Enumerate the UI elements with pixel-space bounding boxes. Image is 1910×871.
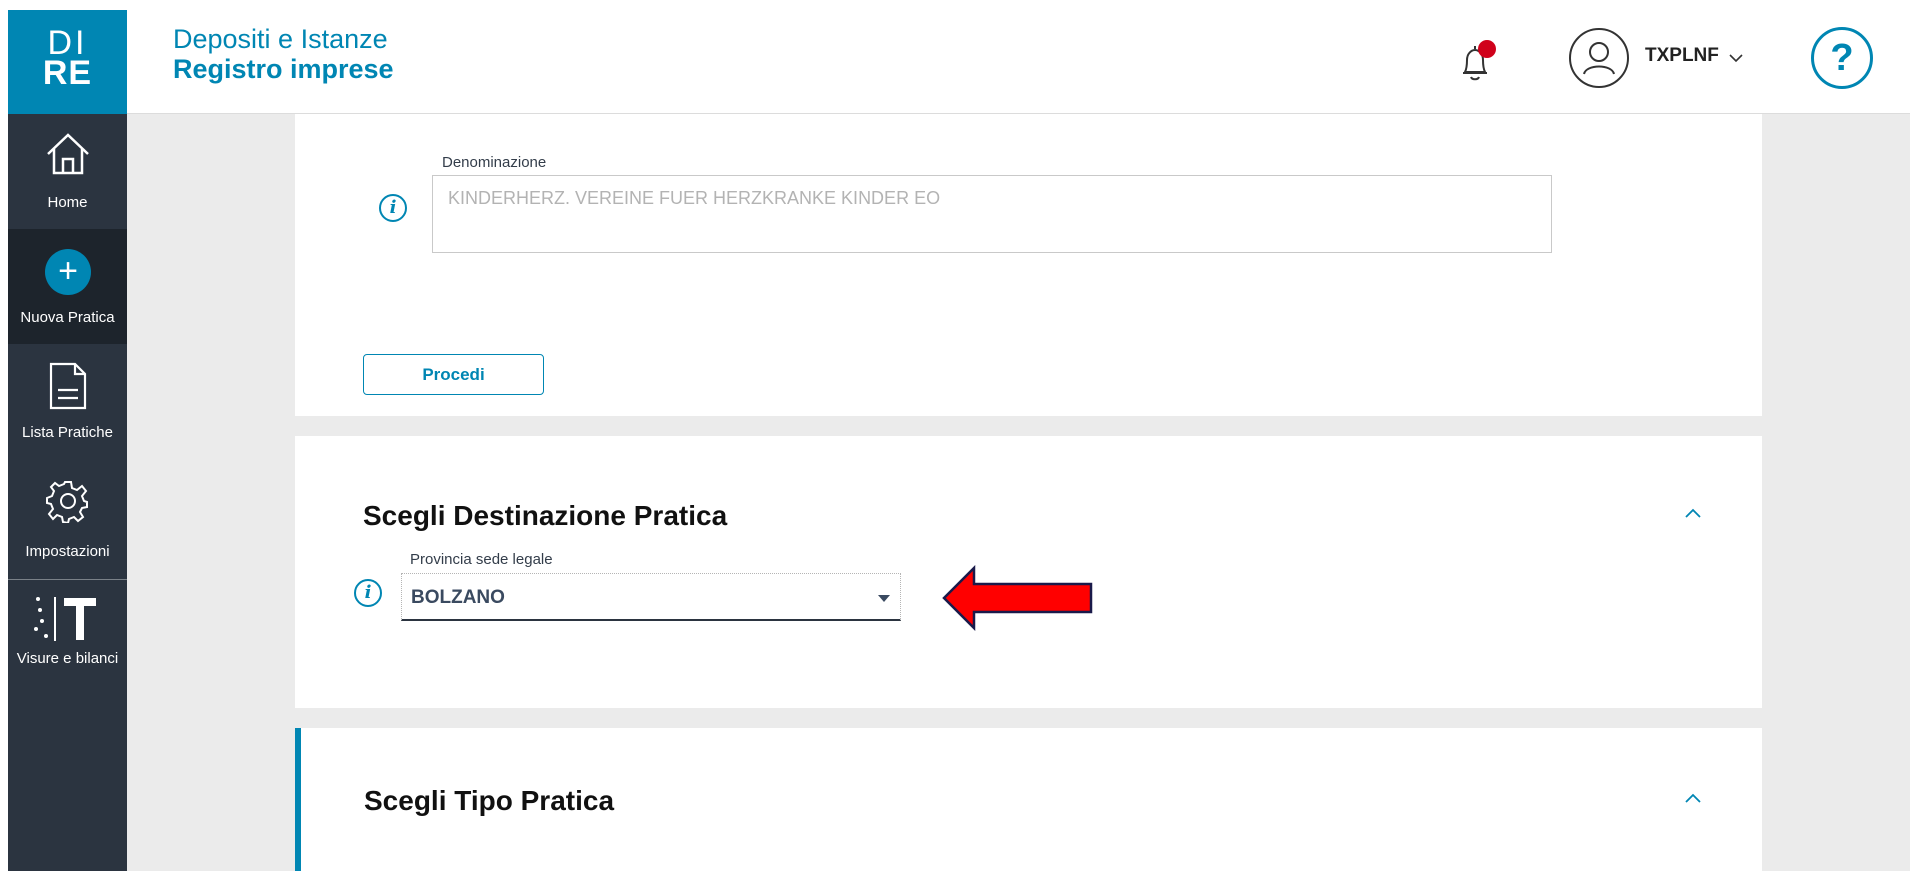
- app-logo[interactable]: DI RE: [8, 10, 127, 114]
- provincia-label: Provincia sede legale: [410, 551, 553, 568]
- sidebar-item-visure-e-bilanci[interactable]: Visure e bilanci: [8, 580, 127, 690]
- provincia-select[interactable]: BOLZANO: [401, 573, 901, 621]
- caret-down-icon: [878, 595, 890, 602]
- app-title-line-1: Depositi e Istanze: [173, 24, 388, 54]
- document-icon: [49, 362, 87, 410]
- gear-icon: [46, 481, 88, 523]
- card-denominazione: i Denominazione KINDERHERZ. VEREINE FUER…: [295, 114, 1762, 416]
- sidebar-item-nuova-pratica[interactable]: + Nuova Pratica: [8, 229, 127, 344]
- annotation-arrow-icon: [942, 565, 1093, 631]
- section-title: Scegli Tipo Pratica: [364, 785, 615, 816]
- app-title: Depositi e Istanze Registro imprese: [173, 24, 394, 84]
- notifications-bell-icon[interactable]: [1458, 40, 1496, 84]
- info-icon[interactable]: i: [354, 579, 382, 607]
- notification-badge: [1478, 40, 1496, 58]
- collapse-chevron-up-icon[interactable]: [1683, 506, 1703, 520]
- header: Depositi e Istanze Registro imprese TXPL…: [127, 10, 1910, 114]
- denominazione-label: Denominazione: [442, 154, 547, 171]
- info-icon[interactable]: i: [379, 194, 407, 222]
- denominazione-field[interactable]: KINDERHERZ. VEREINE FUER HERZKRANKE KIND…: [432, 175, 1552, 253]
- section-title: Scegli Destinazione Pratica: [363, 500, 728, 531]
- visure-icon: [34, 597, 96, 641]
- provincia-select-value: BOLZANO: [411, 587, 505, 608]
- user-name[interactable]: TXPLNF: [1645, 45, 1719, 67]
- sidebar-item-home[interactable]: Home: [8, 114, 127, 229]
- sidebar-item-label: Visure e bilanci: [16, 650, 119, 667]
- sidebar-item-label: Impostazioni: [25, 543, 110, 560]
- app-frame: DI RE Depositi e Istanze Registro impres…: [8, 10, 1910, 871]
- card-tipo-pratica: Scegli Tipo Pratica: [295, 728, 1762, 871]
- logo-line-2: RE: [42, 54, 93, 92]
- sidebar-item-impostazioni[interactable]: Impostazioni: [8, 459, 127, 579]
- home-icon: [47, 133, 89, 175]
- app-title-line-2: Registro imprese: [173, 54, 394, 84]
- sidebar-item-label: Nuova Pratica: [20, 309, 115, 326]
- procedi-button[interactable]: Procedi: [363, 354, 544, 395]
- plus-icon: +: [45, 249, 91, 295]
- user-avatar-icon[interactable]: [1569, 28, 1629, 88]
- sidebar: Home + Nuova Pratica Lista Pratiche Impo…: [8, 114, 127, 871]
- user-menu-chevron-down-icon[interactable]: [1727, 48, 1745, 66]
- sidebar-item-label: Lista Pratiche: [22, 424, 113, 441]
- collapse-chevron-up-icon[interactable]: [1683, 791, 1703, 805]
- sidebar-item-lista-pratiche[interactable]: Lista Pratiche: [8, 344, 127, 459]
- sidebar-item-label: Home: [47, 194, 88, 211]
- help-button[interactable]: ?: [1811, 27, 1873, 89]
